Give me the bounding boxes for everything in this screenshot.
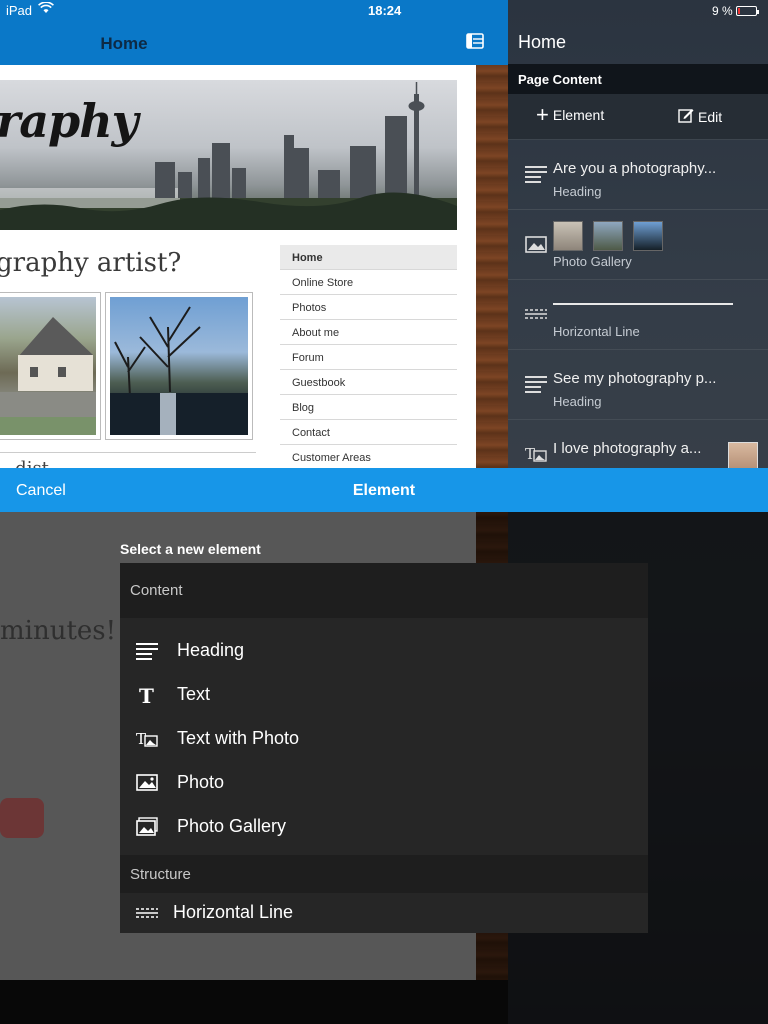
battery-percent: 9 % xyxy=(712,4,733,18)
edit-label: Edit xyxy=(698,108,723,125)
content-item-type: Photo Gallery xyxy=(553,254,632,269)
gallery-thumbnail xyxy=(593,221,623,251)
preview-nav-bar: Home xyxy=(0,22,508,65)
heading-icon xyxy=(525,164,547,184)
horizontal-line-preview xyxy=(553,303,733,305)
option-horizontal-line[interactable]: Horizontal Line xyxy=(120,893,648,933)
text-icon: T xyxy=(136,684,158,708)
option-label: Heading xyxy=(177,640,245,660)
option-label: Horizontal Line xyxy=(173,902,294,922)
sidebar-nav-bar: Home xyxy=(508,22,768,64)
content-item-type: Heading xyxy=(553,394,602,409)
site-menu: Home Online Store Photos About me Forum … xyxy=(280,245,457,470)
option-text[interactable]: T Text xyxy=(120,673,648,717)
modal-nav-bar: Cancel Element xyxy=(0,468,768,512)
layout-icon[interactable] xyxy=(466,33,484,49)
option-label: Photo Gallery xyxy=(177,816,287,836)
site-logo-text: raphy xyxy=(0,94,138,148)
status-bar-right: 9 % xyxy=(508,0,768,22)
content-item-type: Heading xyxy=(553,184,602,199)
site-menu-item: Online Store xyxy=(280,270,457,295)
option-text-with-photo[interactable]: T Text with Photo xyxy=(120,717,648,761)
site-menu-item: Contact xyxy=(280,420,457,445)
content-group: Content Heading T Text T Text with Photo… xyxy=(120,563,648,860)
preview-title: Home xyxy=(100,34,148,53)
option-label: Text with Photo xyxy=(177,728,300,748)
structure-group: Structure Horizontal Line xyxy=(120,855,648,933)
horizontal-line-icon xyxy=(525,304,547,324)
option-heading[interactable]: Heading xyxy=(120,629,648,673)
sidebar-actions: + Element Edit xyxy=(508,94,768,140)
text-with-photo-icon: T xyxy=(136,729,158,749)
gallery-thumbnail xyxy=(633,221,663,251)
clock: 18:24 xyxy=(368,3,402,18)
text-with-photo-icon: T xyxy=(525,444,547,464)
site-menu-item: Home xyxy=(280,245,457,270)
heading-icon xyxy=(136,641,158,661)
sidebar-title: Home xyxy=(518,32,567,52)
option-photo-gallery[interactable]: Photo Gallery xyxy=(120,805,648,849)
photo-icon xyxy=(136,773,158,793)
site-menu-item: Forum xyxy=(280,345,457,370)
site-menu-item: Guestbook xyxy=(280,370,457,395)
section-header: Page Content xyxy=(508,64,768,94)
horizontal-line-icon xyxy=(136,903,158,923)
wifi-icon xyxy=(38,1,54,17)
site-divider xyxy=(0,452,256,453)
structure-group-header: Structure xyxy=(120,855,648,893)
photo-gallery-icon xyxy=(525,234,547,254)
content-item-title: See my photography p... xyxy=(553,370,717,387)
content-item-title: Are you a photography... xyxy=(553,160,717,177)
modal-title: Element xyxy=(352,482,416,499)
cancel-button[interactable]: Cancel xyxy=(16,482,66,500)
content-item[interactable]: Are you a photography... Heading xyxy=(508,140,768,210)
photo-gallery-icon xyxy=(136,817,158,837)
status-bar: iPad 18:24 xyxy=(0,0,508,22)
content-item-type: Horizontal Line xyxy=(553,324,640,339)
site-menu-item: Customer Areas xyxy=(280,445,457,470)
content-item[interactable]: See my photography p... Heading xyxy=(508,350,768,420)
modal-prompt: Select a new element xyxy=(120,541,261,557)
plus-icon: + xyxy=(536,102,549,127)
content-item-title: I love photography a... xyxy=(553,440,702,457)
site-heading: graphy artist? xyxy=(0,248,182,278)
site-banner: raphy xyxy=(0,80,457,230)
add-element-button[interactable]: + Element xyxy=(536,102,605,127)
content-item[interactable]: Horizontal Line xyxy=(508,280,768,350)
content-group-header: Content xyxy=(120,563,648,618)
edit-button[interactable]: Edit xyxy=(678,107,722,126)
device-name: iPad xyxy=(6,3,33,18)
gallery-thumbnail xyxy=(0,293,100,439)
site-menu-item: Blog xyxy=(280,395,457,420)
edit-icon xyxy=(678,107,694,126)
heading-icon xyxy=(525,374,547,394)
option-photo[interactable]: Photo xyxy=(120,761,648,805)
svg-text:T: T xyxy=(139,685,154,705)
site-menu-item: Photos xyxy=(280,295,457,320)
option-label: Photo xyxy=(177,772,225,792)
option-label: Text xyxy=(177,684,211,704)
site-menu-item: About me xyxy=(280,320,457,345)
add-element-label: Element xyxy=(552,107,605,123)
gallery-thumbnail xyxy=(106,293,252,439)
battery-icon xyxy=(736,6,759,16)
gallery-thumbnail xyxy=(553,221,583,251)
content-item[interactable]: Photo Gallery xyxy=(508,210,768,280)
